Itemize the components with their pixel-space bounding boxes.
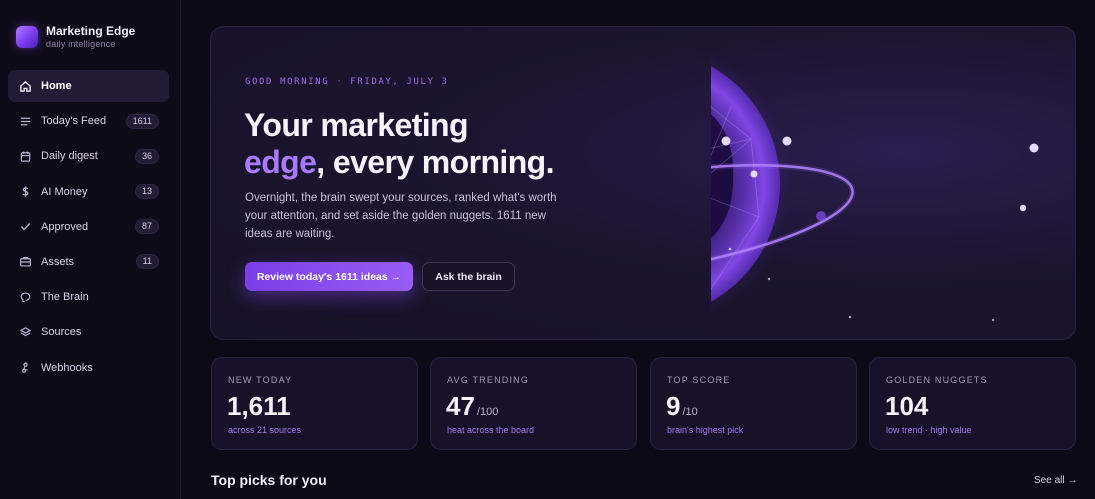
count-badge: 13 [134,184,159,200]
stat-label: NEW TODAY [228,375,293,385]
sidebar-item-webhooks[interactable]: Webhooks [8,352,169,384]
stat-note: heat across the board [447,425,535,435]
sidebar-item-label: Approved [41,220,89,233]
briefcase-icon [18,255,32,269]
sidebar-item-todays-feed[interactable]: Today's Feed 1611 [8,105,169,137]
sidebar-item-the-brain[interactable]: The Brain [8,281,169,313]
ask-brain-button[interactable]: Ask the brain [422,262,515,291]
stat-card-golden-nuggets: GOLDEN NUGGETS 104 low trend · high valu… [869,357,1076,450]
sidebar-item-label: Home [41,80,72,92]
stat-note: brain's highest pick [667,425,744,435]
stat-number: 47 [446,391,475,421]
stat-card-top-score: TOP SCORE 9/10 brain's highest pick [650,357,857,450]
count-badge: 87 [134,219,159,235]
headline-line-1: Your marketing [244,107,469,143]
home-icon [18,79,32,93]
stat-value: 9/10 [666,391,698,422]
stat-label: AVG TRENDING [447,375,530,385]
hero-description: Overnight, the brain swept your sources,… [245,192,557,240]
stat-suffix: /10 [682,406,698,418]
brain-icon [18,290,32,304]
brand-subtitle: daily intelligence [46,39,116,49]
brand-logo-icon [16,26,38,48]
sidebar-nav: Home Today's Feed 1611 Daily digest 36 A… [8,70,169,387]
sidebar-item-label: Today's Feed [41,115,107,128]
sidebar-item-label: The Brain [41,291,89,304]
calendar-icon [18,149,32,163]
sidebar-item-ai-money[interactable]: AI Money 13 [8,176,169,208]
layers-icon [18,325,32,339]
see-all-link[interactable]: See all → [1034,475,1077,486]
stat-suffix: /100 [476,406,499,418]
stat-number: 104 [885,391,929,421]
stat-label: GOLDEN NUGGETS [886,375,988,385]
count-badge: 36 [134,148,159,164]
count-badge: 11 [135,254,159,270]
greeting: GOOD MORNING · FRIDAY, JULY 3 [245,77,449,87]
sidebar-item-label: Daily digest [41,150,98,163]
sidebar-item-label: Webhooks [41,361,93,374]
sidebar-item-home[interactable]: Home [8,70,169,102]
brand-text: Marketing Edge daily intelligence [46,24,135,50]
stat-card-avg-trending: AVG TRENDING 47/100 heat across the boar… [430,357,637,450]
section-title-top-picks: Top picks for you [211,472,327,488]
sidebar-item-assets[interactable]: Assets 11 [8,246,169,278]
stat-number: 1,611 [227,391,291,421]
stat-note: low trend · high value [886,425,972,435]
hero-banner: GOOD MORNING · FRIDAY, JULY 3 Your marke… [210,26,1076,340]
sidebar-item-label: AI Money [41,185,88,198]
stat-card-new-today: NEW TODAY 1,611 across 21 sources [211,357,418,450]
sidebar-item-label: Assets [41,255,75,268]
stat-value: 104 [885,391,930,422]
stat-label: TOP SCORE [667,375,731,385]
brain-sphere-illustration [711,51,1039,322]
sidebar-item-sources[interactable]: Sources [8,316,169,348]
sidebar-item-label: Sources [41,326,82,339]
headline-rest: , every morning. [316,144,554,180]
stat-number: 9 [666,391,681,421]
count-badge: 1611 [125,113,159,129]
headline-accent: edge [244,144,317,180]
stat-value: 1,611 [227,391,293,422]
brand-name: Marketing Edge [46,24,136,38]
review-ideas-button[interactable]: Review today's 1611 ideas → [245,262,413,291]
stat-note: across 21 sources [228,425,302,435]
sidebar: Marketing Edge daily intelligence Home T… [0,0,181,499]
check-icon [18,220,32,234]
sidebar-item-daily-digest[interactable]: Daily digest 36 [8,140,169,172]
sidebar-item-approved[interactable]: Approved 87 [8,211,169,243]
stat-value: 47/100 [446,391,498,422]
feed-icon [18,114,32,128]
brand[interactable]: Marketing Edge daily intelligence [16,24,135,50]
dollar-icon [18,185,32,199]
page-title: Your marketing edge, every morning. [244,107,554,181]
webhook-icon [18,361,32,375]
